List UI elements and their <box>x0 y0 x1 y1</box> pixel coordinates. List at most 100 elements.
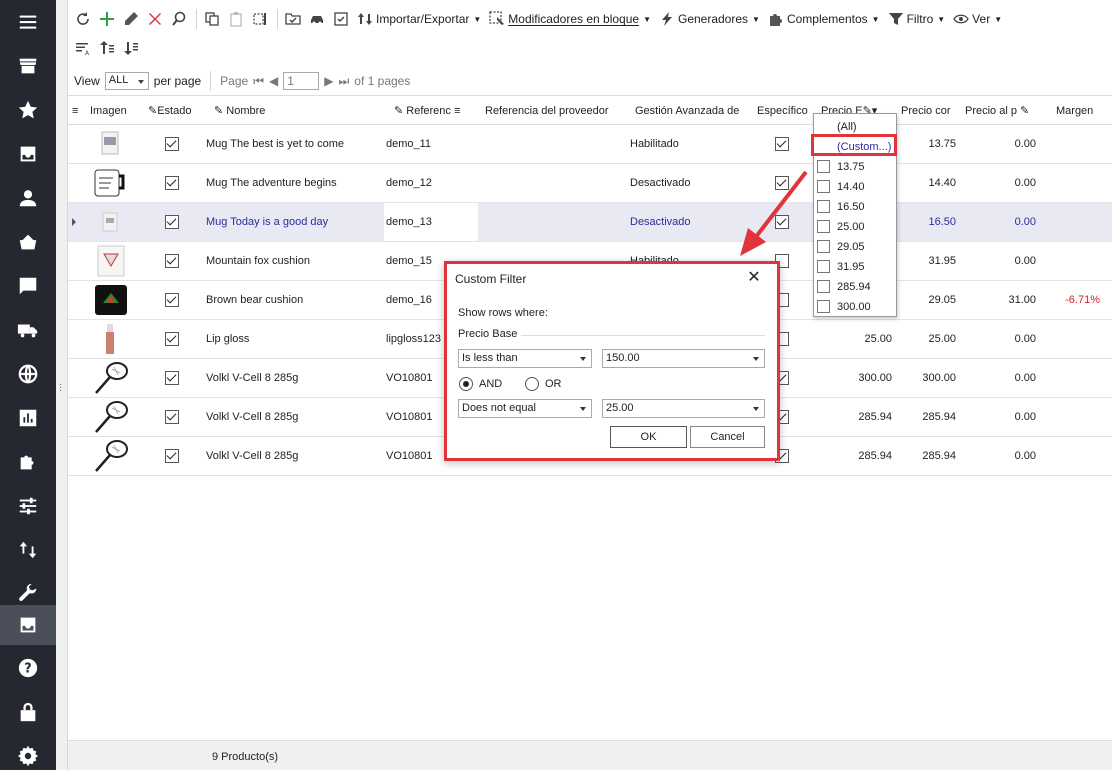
product-reference[interactable]: VO10801 <box>386 437 432 475</box>
unit-price-value[interactable]: 31.00 <box>973 281 1036 319</box>
filter-option[interactable]: 25.00 <box>817 218 895 236</box>
edit-button[interactable] <box>120 8 142 30</box>
close-icon[interactable]: ✕ <box>745 269 763 287</box>
product-name[interactable]: Volkl V-Cell 8 285g <box>206 398 298 436</box>
status-checkbox[interactable] <box>165 293 179 307</box>
price-with-tax-value[interactable]: 285.94 <box>898 398 956 436</box>
header-supplier-ref[interactable]: Referencia del proveedor <box>485 96 609 126</box>
status-checkbox[interactable] <box>165 449 179 463</box>
check-list-button[interactable] <box>330 8 352 30</box>
first-page-icon[interactable]: ⏮ <box>253 74 264 89</box>
margin-value[interactable] <box>1048 359 1100 397</box>
product-reference[interactable]: demo_12 <box>386 164 432 202</box>
filter-option[interactable]: 29.05 <box>817 238 895 256</box>
globe-icon[interactable] <box>0 354 56 394</box>
cancel-button[interactable]: Cancel <box>690 426 765 448</box>
refresh-button[interactable] <box>72 8 94 30</box>
header-reference[interactable]: ✎ Referenc ≡ <box>394 96 482 126</box>
base-price-value[interactable]: 285.94 <box>828 398 892 436</box>
puzzle-icon[interactable] <box>0 442 56 482</box>
advanced-mgmt-value[interactable]: Habilitado <box>630 125 679 163</box>
unit-price-value[interactable]: 0.00 <box>973 359 1036 397</box>
sort-up-button[interactable] <box>96 37 118 59</box>
search-button[interactable] <box>168 8 190 30</box>
archive-icon[interactable] <box>0 605 56 645</box>
unit-price-value[interactable]: 0.00 <box>973 164 1036 202</box>
and-radio[interactable] <box>459 377 473 391</box>
table-row[interactable]: Mug The best is yet to come demo_11 Habili… <box>68 125 1112 164</box>
status-checkbox[interactable] <box>165 332 179 346</box>
stats-icon[interactable] <box>0 398 56 438</box>
price-with-tax-value[interactable]: 14.40 <box>898 164 956 202</box>
unit-price-value[interactable]: 0.00 <box>973 398 1036 436</box>
unit-price-value[interactable]: 0.00 <box>973 437 1036 475</box>
import-export-menu[interactable]: Importar/Exportar ▼ <box>354 8 484 30</box>
filter-option-checkbox[interactable] <box>817 200 830 213</box>
sort-down-button[interactable] <box>120 37 142 59</box>
margin-value[interactable] <box>1048 320 1100 358</box>
specific-checkbox[interactable] <box>775 215 789 229</box>
product-name[interactable]: Mug The best is yet to come <box>206 125 344 163</box>
header-image[interactable]: Imagen <box>90 96 127 126</box>
price-with-tax-value[interactable]: 300.00 <box>898 359 956 397</box>
specific-checkbox[interactable] <box>775 176 789 190</box>
value-2-input[interactable]: 25.00 <box>602 399 765 418</box>
sliders-icon[interactable] <box>0 486 56 526</box>
base-price-value[interactable]: 300.00 <box>828 359 892 397</box>
value-1-input[interactable]: 150.00 <box>602 349 765 368</box>
price-with-tax-value[interactable]: 16.50 <box>898 203 956 241</box>
price-with-tax-value[interactable]: 13.75 <box>898 125 956 163</box>
product-thumbnail[interactable] <box>90 166 130 200</box>
status-checkbox[interactable] <box>165 137 179 151</box>
product-thumbnail[interactable] <box>90 127 130 161</box>
header-unit-price[interactable]: Precio al p ✎ <box>965 96 1033 126</box>
truck-icon[interactable] <box>0 310 56 350</box>
copy-button[interactable] <box>201 8 223 30</box>
addons-menu[interactable]: Complementos ▼ <box>765 8 883 30</box>
product-thumbnail[interactable] <box>90 244 130 278</box>
table-row[interactable]: Mug The adventure begins demo_12 Desactiva… <box>68 164 1112 203</box>
product-name[interactable]: Volkl V-Cell 8 285g <box>206 437 298 475</box>
filter-menu[interactable]: Filtro ▼ <box>885 8 949 30</box>
folder-check-button[interactable] <box>282 8 304 30</box>
lock-icon[interactable] <box>0 692 56 732</box>
header-price-with[interactable]: Precio cor <box>901 96 953 126</box>
gear-icon[interactable] <box>0 736 56 776</box>
sort-arrows-icon[interactable] <box>0 530 56 570</box>
price-with-tax-value[interactable]: 285.94 <box>898 437 956 475</box>
filter-option-checkbox[interactable] <box>817 280 830 293</box>
product-reference[interactable]: VO10801 <box>386 359 432 397</box>
add-button[interactable] <box>96 8 118 30</box>
ok-button[interactable]: OK <box>610 426 687 448</box>
base-price-value[interactable]: 25.00 <box>828 320 892 358</box>
filter-option[interactable]: 16.50 <box>817 198 895 216</box>
product-thumbnail[interactable] <box>90 283 130 317</box>
price-with-tax-value[interactable]: 25.00 <box>898 320 956 358</box>
product-reference[interactable]: demo_13 <box>386 203 432 241</box>
car-button[interactable] <box>306 8 328 30</box>
next-page-icon[interactable]: ▶ <box>324 74 333 88</box>
menu-icon[interactable] <box>0 2 56 42</box>
splitter-grip[interactable]: · · · <box>59 380 63 396</box>
price-with-tax-value[interactable]: 31.95 <box>898 242 956 280</box>
operator-2-select[interactable]: Does not equal <box>458 399 592 418</box>
filter-option[interactable]: 300.00 <box>817 298 895 316</box>
inbox-icon[interactable] <box>0 134 56 174</box>
unit-price-value[interactable]: 0.00 <box>973 203 1036 241</box>
header-margin[interactable]: Margen <box>1056 96 1093 126</box>
filter-option[interactable]: 13.75 <box>817 158 895 176</box>
product-name[interactable]: Mountain fox cushion <box>206 242 310 280</box>
bulk-modifiers-menu[interactable]: Modificadores en bloque ▼ <box>486 8 654 30</box>
filter-option[interactable]: 14.40 <box>817 178 895 196</box>
filter-option[interactable]: 285.94 <box>817 278 895 296</box>
header-specific[interactable]: Específico <box>757 96 808 126</box>
product-thumbnail[interactable] <box>90 439 130 473</box>
product-reference[interactable]: demo_16 <box>386 281 432 319</box>
filter-option-checkbox[interactable] <box>817 160 830 173</box>
product-thumbnail[interactable] <box>90 361 130 395</box>
unit-price-value[interactable]: 0.00 <box>973 320 1036 358</box>
filter-option-checkbox[interactable] <box>817 180 830 193</box>
product-name[interactable]: Mug Today is a good day <box>206 203 328 241</box>
specific-checkbox[interactable] <box>775 137 789 151</box>
status-checkbox[interactable] <box>165 176 179 190</box>
